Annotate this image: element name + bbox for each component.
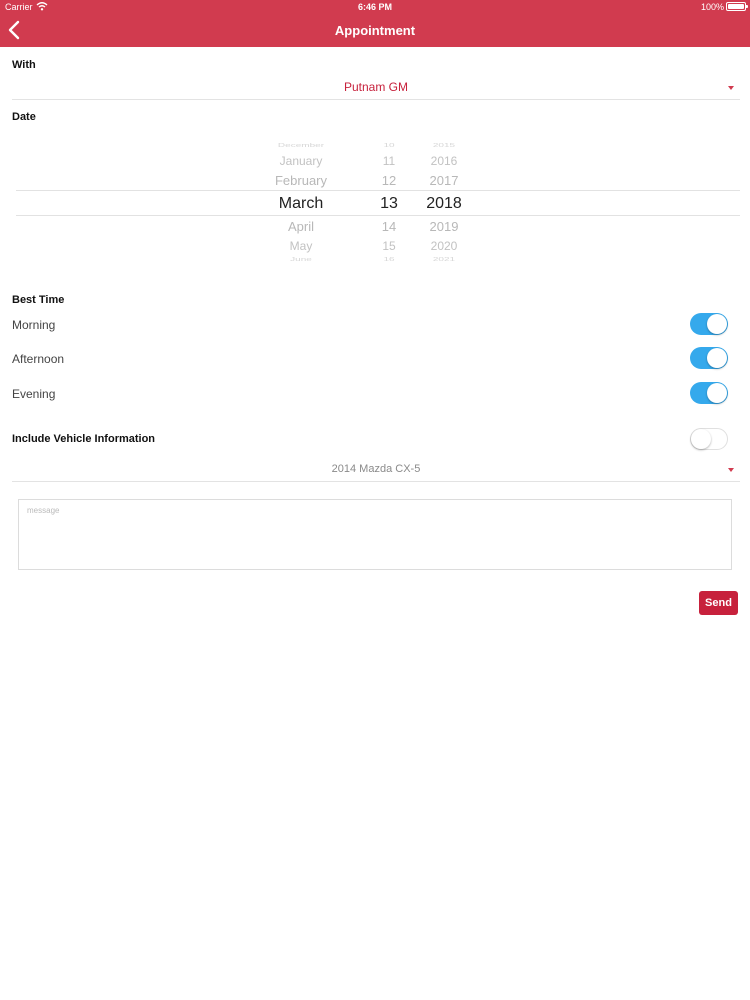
- date-picker: December January February March April Ma…: [16, 138, 740, 266]
- year-item: 2016: [430, 154, 458, 168]
- day-item: 16: [383, 256, 395, 263]
- include-vehicle-toggle[interactable]: [690, 428, 728, 450]
- day-wheel[interactable]: 10 11 12 13 14 15 16: [368, 138, 410, 266]
- date-label: Date: [12, 111, 36, 123]
- vehicle-dropdown-value: 2014 Mazda CX-5: [331, 463, 421, 475]
- year-item: 2020: [430, 239, 458, 253]
- morning-toggle[interactable]: [690, 313, 728, 335]
- evening-toggle[interactable]: [690, 382, 728, 404]
- day-item-selected: 13: [380, 195, 398, 212]
- day-item: 11: [382, 154, 396, 168]
- month-item: February: [274, 173, 328, 188]
- battery-percent: 100%: [700, 2, 724, 12]
- message-input[interactable]: [18, 499, 732, 570]
- month-item: June: [290, 256, 312, 263]
- month-item: December: [277, 142, 325, 149]
- status-time: 6:46 PM: [357, 2, 392, 12]
- with-dropdown-value: Putnam GM: [343, 80, 409, 94]
- toggle-knob: [691, 429, 711, 449]
- year-item: 2017: [429, 173, 459, 188]
- afternoon-toggle[interactable]: [690, 347, 728, 369]
- year-item-selected: 2018: [426, 195, 462, 212]
- year-wheel[interactable]: 2015 2016 2017 2018 2019 2020 2021: [418, 138, 470, 266]
- month-item: January: [279, 154, 323, 168]
- toggle-knob: [707, 314, 727, 334]
- day-item: 10: [383, 142, 395, 149]
- send-button[interactable]: Send: [699, 591, 738, 615]
- afternoon-label: Afternoon: [12, 352, 65, 366]
- caret-down-icon: [728, 468, 734, 472]
- toggle-knob: [707, 348, 727, 368]
- with-label: With: [12, 59, 36, 71]
- day-item: 12: [381, 173, 397, 188]
- day-item: 14: [381, 219, 397, 234]
- evening-label: Evening: [12, 387, 56, 401]
- year-item: 2019: [429, 219, 459, 234]
- with-dropdown[interactable]: Putnam GM: [12, 76, 740, 100]
- month-wheel[interactable]: December January February March April Ma…: [266, 138, 336, 266]
- caret-down-icon: [728, 86, 734, 90]
- year-item: 2015: [432, 142, 456, 149]
- month-item-selected: March: [278, 195, 324, 212]
- year-item: 2021: [432, 256, 456, 263]
- include-vehicle-label: Include Vehicle Information: [12, 433, 156, 445]
- toggle-knob: [707, 383, 727, 403]
- best-time-label: Best Time: [12, 294, 65, 306]
- month-item: April: [287, 219, 314, 234]
- nav-bar: Carrier 6:46 PM 100% Appointment: [0, 0, 750, 47]
- day-item: 15: [382, 239, 396, 253]
- status-bar: Carrier 6:46 PM 100%: [0, 0, 750, 15]
- month-item: May: [289, 239, 313, 253]
- page-title: Appointment: [334, 23, 416, 38]
- morning-label: Morning: [12, 318, 56, 332]
- battery-icon: [726, 2, 748, 11]
- vehicle-dropdown[interactable]: 2014 Mazda CX-5: [12, 458, 740, 482]
